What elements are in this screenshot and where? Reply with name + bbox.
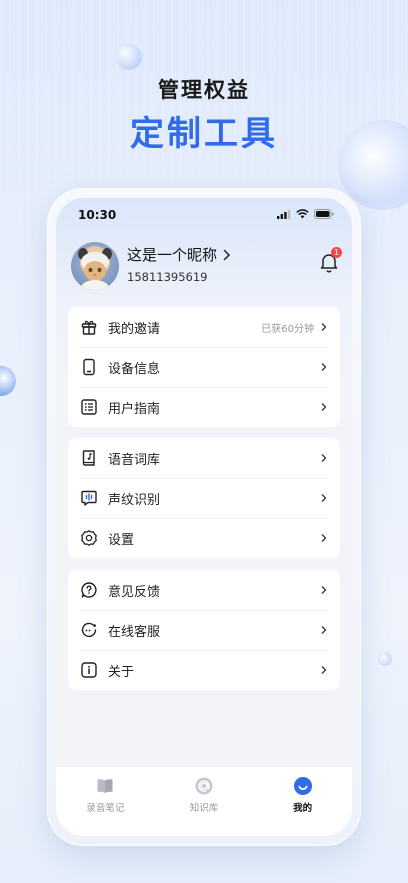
decorative-orb	[378, 652, 392, 666]
tab-recording-notes[interactable]: 录音笔记	[56, 767, 155, 836]
menu-item-label: 用户指南	[108, 401, 161, 417]
promo-subheadline: 定制工具	[130, 114, 278, 154]
signal-icon	[277, 209, 291, 219]
invitation-reward-text: 已获60分钟	[261, 323, 314, 335]
tab-label: 知识库	[189, 803, 219, 814]
phone-number: 15811395619	[127, 270, 208, 284]
avatar[interactable]	[71, 242, 119, 290]
nickname: 这是一个昵称	[127, 246, 218, 264]
voiceprint-icon	[80, 489, 98, 507]
chevron-right-icon	[223, 249, 231, 260]
at-icon	[195, 777, 213, 795]
menu-item-label: 关于	[108, 664, 135, 680]
menu-item-label: 意见反馈	[108, 584, 161, 600]
menu-item-device-info[interactable]: 设备信息	[68, 347, 340, 387]
menu-group-support: 意见反馈 在线客服 关于	[68, 570, 340, 690]
chevron-right-icon	[321, 403, 327, 411]
decorative-orb	[116, 44, 142, 70]
notification-button[interactable]: 1	[317, 247, 342, 274]
menu-item-label: 设置	[108, 532, 135, 548]
smile-icon	[293, 777, 312, 795]
chevron-right-icon	[321, 534, 327, 542]
tab-knowledge-base[interactable]: 知识库	[155, 767, 254, 836]
book-icon	[97, 779, 113, 793]
menu-item-feedback[interactable]: 意见反馈	[68, 570, 340, 610]
info-icon	[80, 661, 98, 679]
gift-icon	[80, 318, 98, 336]
tab-label: 录音笔记	[86, 803, 125, 814]
promo-headline: 管理权益	[158, 78, 250, 102]
wifi-icon	[296, 209, 309, 219]
menu-item-customer-service[interactable]: 在线客服	[68, 610, 340, 650]
chevron-right-icon	[321, 454, 327, 462]
decorative-orb	[0, 366, 16, 396]
chevron-right-icon	[321, 626, 327, 634]
notification-badge: 1	[331, 247, 342, 258]
menu-item-user-guide[interactable]: 用户指南	[68, 387, 340, 427]
music-book-icon	[80, 449, 98, 467]
menu-item-label: 语音词库	[108, 452, 161, 468]
menu-group-account: 我的邀请 已获60分钟 设备信息 用户指南	[68, 307, 340, 427]
battery-icon	[314, 209, 334, 219]
menu-item-label: 我的邀请	[108, 321, 161, 337]
status-bar: 10:30	[56, 198, 352, 230]
menu-item-invitations[interactable]: 我的邀请 已获60分钟	[68, 307, 340, 347]
gear-icon	[80, 529, 98, 547]
menu-item-voice-lexicon[interactable]: 语音词库	[68, 438, 340, 478]
list-guide-icon	[80, 398, 98, 416]
phone-frame: 10:30 这是一个昵称 15811395619 1 我的邀请 已获60分钟 设…	[47, 188, 361, 846]
phone-device-icon	[80, 358, 98, 376]
feedback-icon	[80, 581, 98, 599]
tab-label: 我的	[293, 803, 313, 814]
chevron-right-icon	[321, 323, 327, 331]
chevron-right-icon	[321, 586, 327, 594]
status-icons	[277, 209, 334, 219]
menu-item-voiceprint[interactable]: 声纹识别	[68, 478, 340, 518]
menu-item-label: 设备信息	[108, 361, 161, 377]
tab-mine[interactable]: 我的	[253, 767, 352, 836]
nickname-link[interactable]: 这是一个昵称	[127, 244, 231, 265]
customer-service-icon	[80, 621, 98, 639]
phone-screen: 10:30 这是一个昵称 15811395619 1 我的邀请 已获60分钟 设…	[56, 198, 352, 836]
menu-group-tools: 语音词库 声纹识别 设置	[68, 438, 340, 558]
status-time: 10:30	[78, 208, 117, 222]
bottom-tab-bar: 录音笔记 知识库 我的	[56, 766, 352, 836]
menu-item-label: 在线客服	[108, 624, 161, 640]
cat-avatar-icon	[78, 248, 112, 290]
menu-item-label: 声纹识别	[108, 492, 161, 508]
chevron-right-icon	[321, 363, 327, 371]
profile-header: 这是一个昵称 15811395619 1	[71, 242, 342, 294]
menu-item-about[interactable]: 关于	[68, 650, 340, 690]
menu-item-settings[interactable]: 设置	[68, 518, 340, 558]
chevron-right-icon	[321, 666, 327, 674]
chevron-right-icon	[321, 494, 327, 502]
